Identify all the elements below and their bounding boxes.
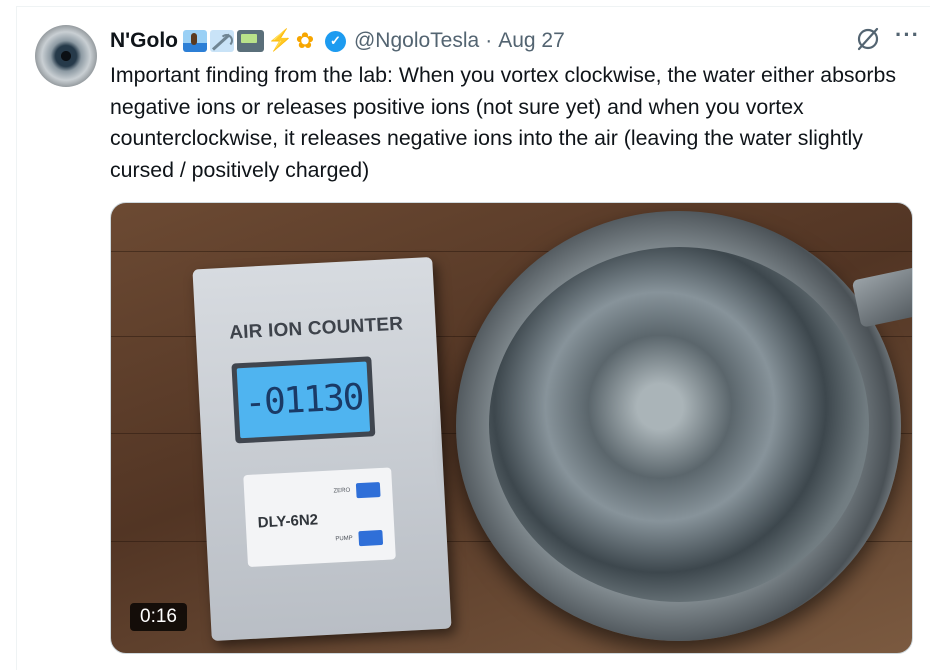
surfer-icon <box>182 30 207 52</box>
pump-button <box>358 529 384 547</box>
antenna-icon <box>209 30 234 52</box>
separator-dot: · <box>485 29 493 52</box>
avatar[interactable] <box>35 25 97 87</box>
header-actions: ··· <box>855 24 920 52</box>
author-handle[interactable]: @NgoloTesla <box>354 29 479 53</box>
sunflower-icon: ✿ <box>295 28 315 53</box>
grok-icon[interactable] <box>855 26 881 52</box>
device-label-plate: ZERO DLY-6N2 PUMP <box>243 467 396 568</box>
swirling-water <box>489 247 869 602</box>
bowl-handle <box>851 266 912 328</box>
author-name[interactable]: N'Golo <box>110 29 178 53</box>
device-title: AIR ION COUNTER <box>228 313 404 344</box>
more-icon[interactable]: ··· <box>895 24 920 46</box>
lcd-reading: -01130 <box>243 376 364 424</box>
lcd-frame: -01130 <box>231 356 376 444</box>
lightning-icon: ⚡ <box>266 29 294 52</box>
tweet-header: N'Golo ⚡ ✿ ✓ @NgoloTesla · Aug 27 <box>110 26 906 56</box>
pump-label: PUMP <box>335 535 353 543</box>
video-duration-badge: 0:16 <box>130 603 187 631</box>
zero-button <box>355 482 381 499</box>
left-divider <box>16 6 17 670</box>
tweet-date[interactable]: Aug 27 <box>498 29 565 53</box>
air-ion-counter-device: AIR ION COUNTER -01130 ZERO DLY-6N2 PUMP <box>192 256 452 642</box>
top-divider <box>16 6 930 7</box>
video-player[interactable]: AIR ION COUNTER -01130 ZERO DLY-6N2 PUMP… <box>110 202 913 654</box>
tweet-text: Important finding from the lab: When you… <box>110 63 902 182</box>
zero-label: ZERO <box>333 487 351 495</box>
lcd-display: -01130 <box>236 361 371 439</box>
verified-icon[interactable]: ✓ <box>324 30 346 52</box>
device-model: DLY-6N2 <box>257 511 319 532</box>
pager-icon <box>236 30 264 52</box>
name-emojis: ⚡ ✿ <box>182 28 321 53</box>
